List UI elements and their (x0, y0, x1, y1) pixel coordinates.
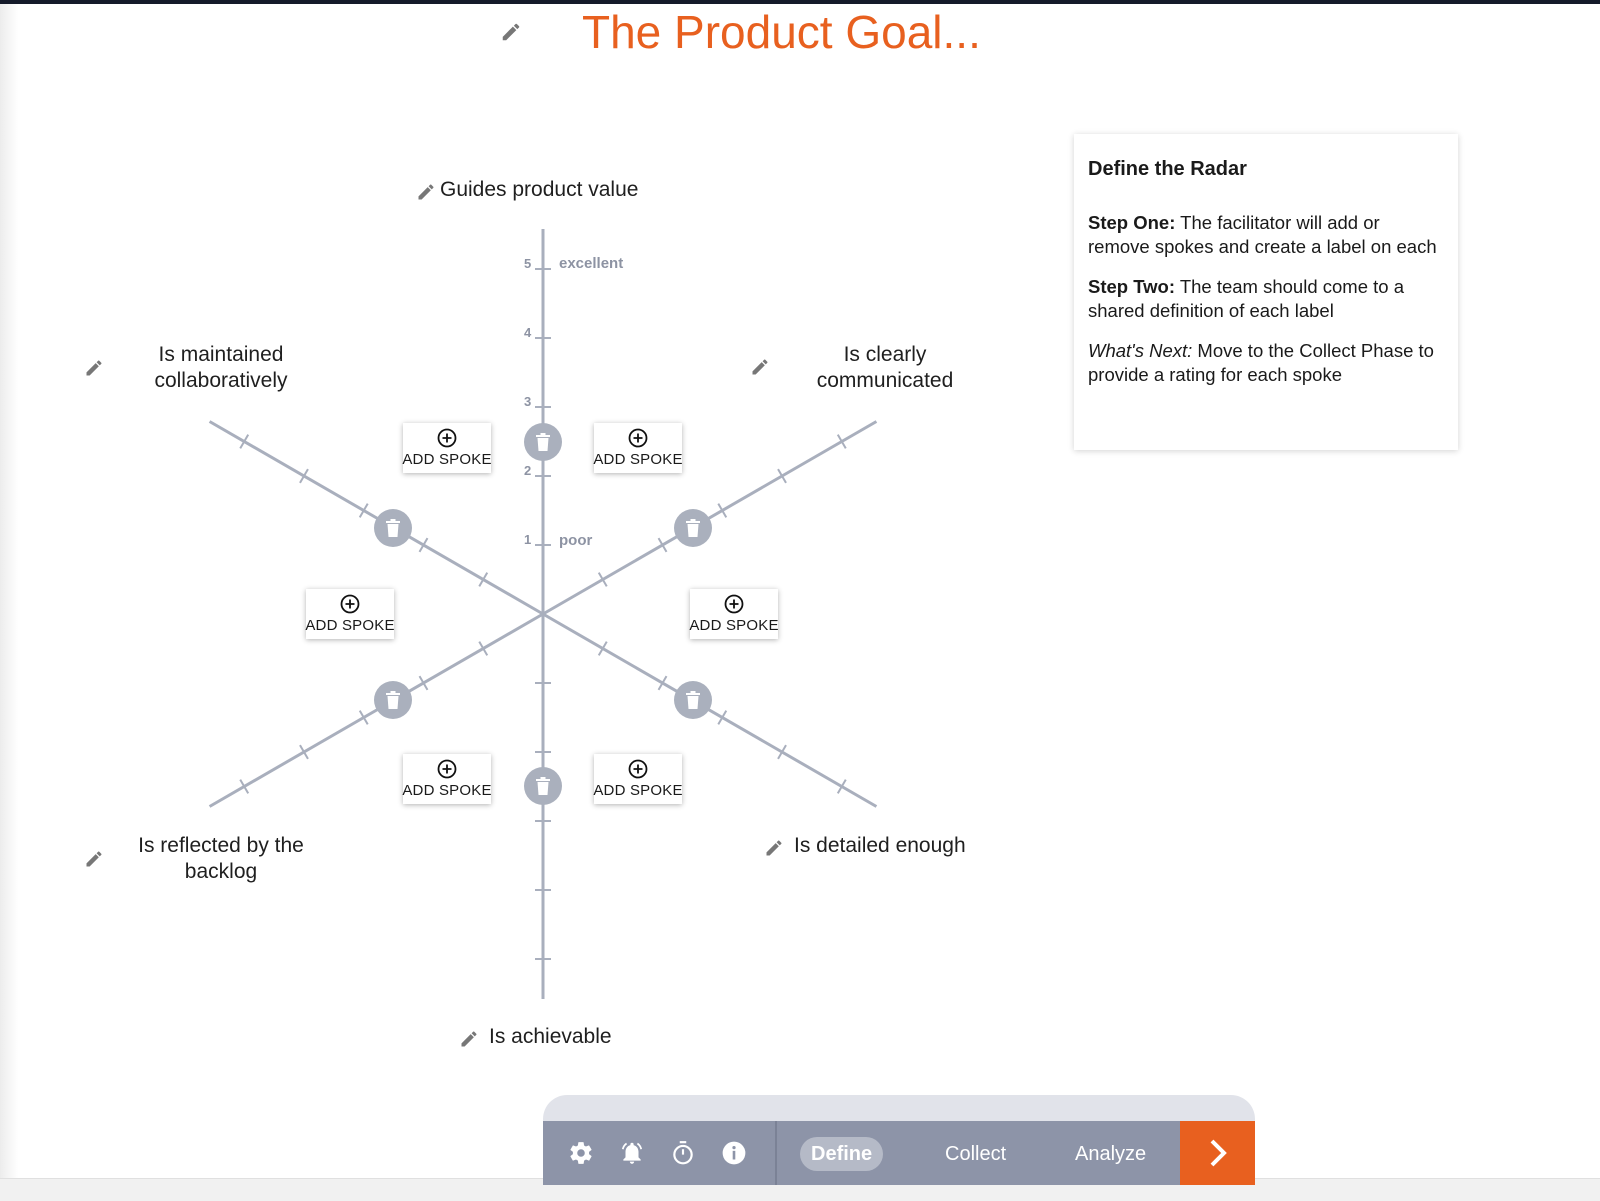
trash-icon (536, 777, 550, 795)
edit-spoke-pencil-icon[interactable] (84, 849, 104, 869)
step-two-text: Step Two: The team should come to a shar… (1088, 275, 1444, 323)
edit-spoke-pencil-icon[interactable] (416, 182, 436, 202)
scale-low-label: poor (559, 532, 593, 549)
spoke-label-bottom-left[interactable]: Is reflected by the backlog (116, 833, 326, 885)
add-spoke-label: ADD SPOKE (593, 782, 683, 799)
delete-spoke-button[interactable] (374, 681, 412, 719)
scale-tick-1: 1 (524, 532, 532, 547)
delete-spoke-button[interactable] (524, 423, 562, 461)
plus-circle-icon (340, 594, 360, 614)
phase-define-tab[interactable]: Define (800, 1137, 884, 1171)
phase-collect-tab[interactable]: Collect (945, 1137, 1006, 1171)
spoke-label-bottom-right[interactable]: Is detailed enough (794, 833, 1024, 859)
add-spoke-button[interactable]: ADD SPOKE (402, 423, 492, 473)
chevron-right-icon (1210, 1139, 1227, 1167)
scale-high-label: excellent (559, 255, 624, 272)
add-spoke-button[interactable]: ADD SPOKE (593, 423, 683, 473)
delete-spoke-button[interactable] (374, 509, 412, 547)
whats-next-label: What's Next: (1088, 340, 1193, 361)
spoke-label-line: backlog (184, 860, 258, 883)
trash-icon (386, 519, 400, 537)
toolbar-divider (775, 1121, 777, 1185)
define-radar-card: Define the Radar Step One: The facilitat… (1074, 134, 1458, 450)
delete-spoke-button[interactable] (524, 767, 562, 805)
scale-tick-4: 4 (524, 325, 532, 340)
spoke-label-line: collaboratively (154, 369, 288, 392)
scale-tick-5: 5 (524, 256, 532, 271)
add-spoke-label: ADD SPOKE (305, 617, 395, 634)
next-phase-button[interactable] (1180, 1121, 1255, 1185)
info-icon[interactable] (721, 1140, 747, 1166)
add-spoke-button[interactable]: ADD SPOKE (402, 754, 492, 804)
trash-icon (686, 691, 700, 709)
trash-icon (536, 433, 550, 451)
spoke-label-line: Is maintained (158, 343, 284, 366)
spoke-label-top-left[interactable]: Is maintained collaboratively (126, 342, 316, 394)
step-one-text: Step One: The facilitator will add or re… (1088, 211, 1444, 259)
spoke-label-line: communicated (816, 369, 954, 392)
scale-tick-2: 2 (524, 463, 532, 478)
plus-circle-icon (724, 594, 744, 614)
spoke-label-top[interactable]: Guides product value (440, 177, 670, 203)
edit-spoke-pencil-icon[interactable] (84, 358, 104, 378)
timer-icon[interactable] (670, 1140, 696, 1166)
spoke-axis (542, 612, 878, 808)
add-spoke-label: ADD SPOKE (689, 617, 779, 634)
delete-spoke-button[interactable] (674, 681, 712, 719)
delete-spoke-button[interactable] (674, 509, 712, 547)
card-heading: Define the Radar (1088, 158, 1247, 180)
scale-tick-3: 3 (524, 394, 532, 409)
gear-icon[interactable] (568, 1140, 594, 1166)
edit-spoke-pencil-icon[interactable] (459, 1029, 479, 1049)
trash-icon (386, 691, 400, 709)
add-spoke-label: ADD SPOKE (402, 451, 492, 468)
spoke-label-line: Is clearly (843, 343, 927, 366)
step-one-label: Step One: (1088, 212, 1176, 233)
spoke-label-line: Is reflected by the (138, 834, 304, 857)
add-spoke-label: ADD SPOKE (593, 451, 683, 468)
step-two-label: Step Two: (1088, 276, 1176, 297)
edit-spoke-pencil-icon[interactable] (750, 357, 770, 377)
spoke-label-top-right[interactable]: Is clearly communicated (790, 342, 980, 394)
plus-circle-icon (628, 759, 648, 779)
add-spoke-button[interactable]: ADD SPOKE (593, 754, 683, 804)
plus-circle-icon (628, 428, 648, 448)
add-spoke-button[interactable]: ADD SPOKE (305, 589, 395, 639)
spoke-label-bottom[interactable]: Is achievable (489, 1024, 689, 1050)
plus-circle-icon (437, 428, 457, 448)
whats-next-text: What's Next: Move to the Collect Phase t… (1088, 339, 1444, 387)
edit-spoke-pencil-icon[interactable] (764, 838, 784, 858)
trash-icon (686, 519, 700, 537)
add-spoke-button[interactable]: ADD SPOKE (689, 589, 779, 639)
alarm-bell-icon[interactable] (619, 1140, 645, 1166)
add-spoke-label: ADD SPOKE (402, 782, 492, 799)
phase-analyze-tab[interactable]: Analyze (1075, 1137, 1146, 1171)
plus-circle-icon (437, 759, 457, 779)
